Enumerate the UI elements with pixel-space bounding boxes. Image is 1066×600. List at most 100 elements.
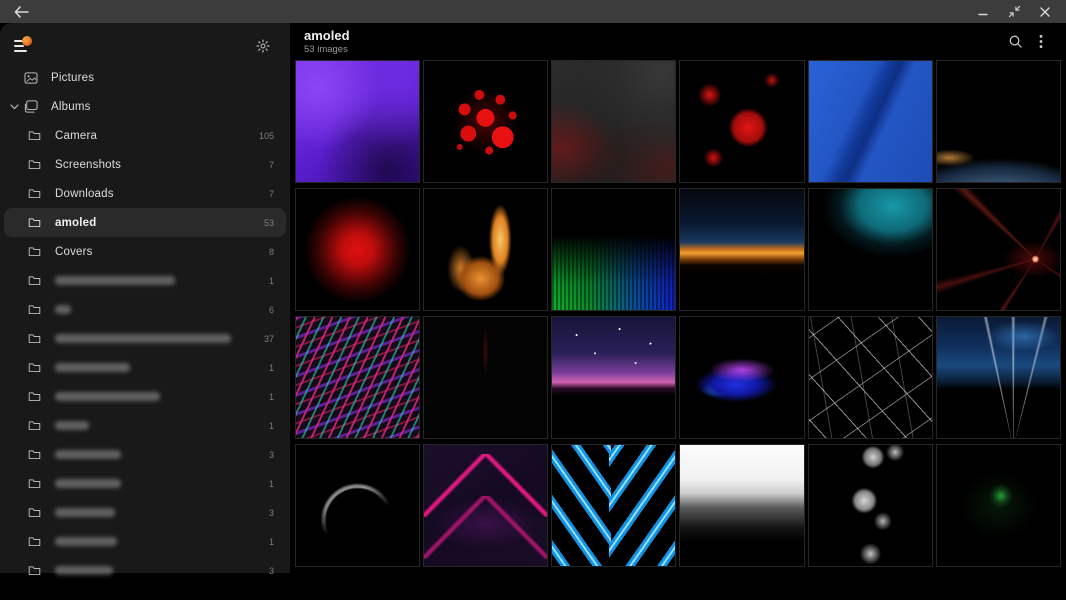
redacted-label [55, 479, 121, 488]
redacted-label [55, 566, 113, 575]
album-count: 37 [263, 333, 274, 344]
album-count: 3 [268, 507, 274, 518]
app-window: Pictures Albums Camera 105 Screenshots 7… [0, 23, 1066, 576]
redacted-label [55, 363, 130, 372]
search-icon [1008, 34, 1023, 49]
photo-thumbnail-24[interactable] [935, 444, 1061, 567]
albums-stack-icon [24, 100, 39, 113]
photo-thumbnail-20[interactable] [423, 444, 549, 567]
album-count: 53 [263, 217, 274, 228]
folder-icon [28, 565, 43, 576]
album-count: 7 [268, 188, 274, 199]
sidebar-album-redacted[interactable]: 1 [4, 411, 286, 440]
sidebar-item-albums[interactable]: Albums [4, 92, 286, 121]
album-count: 1 [268, 536, 274, 547]
sidebar-album-redacted[interactable]: 1 [4, 469, 286, 498]
back-button[interactable] [10, 2, 32, 22]
settings-button[interactable] [252, 36, 274, 56]
folder-icon [28, 333, 43, 344]
album-count: 1 [268, 391, 274, 402]
kebab-menu-icon [1039, 34, 1043, 49]
photo-thumbnail-3[interactable] [551, 60, 677, 183]
photo-thumbnail-22[interactable] [679, 444, 805, 567]
album-count: 1 [268, 362, 274, 373]
photo-thumbnail-9[interactable] [551, 188, 677, 311]
photo-thumbnail-18[interactable] [935, 316, 1061, 439]
sidebar-album-camera[interactable]: Camera 105 [4, 121, 286, 150]
album-label: Screenshots [55, 158, 122, 171]
search-button[interactable] [1002, 29, 1028, 55]
photo-thumbnail-6[interactable] [935, 60, 1061, 183]
photo-thumbnail-13[interactable] [295, 316, 421, 439]
album-label: Covers [55, 245, 93, 258]
photo-thumbnail-4[interactable] [679, 60, 805, 183]
sidebar-album-downloads[interactable]: Downloads 7 [4, 179, 286, 208]
redacted-label [55, 508, 115, 517]
folder-icon [28, 449, 43, 460]
photo-thumbnail-23[interactable] [807, 444, 933, 567]
folder-icon [28, 130, 43, 141]
sidebar-item-pictures[interactable]: Pictures [4, 63, 286, 92]
image-icon [24, 71, 39, 84]
page-title: amoled [304, 27, 350, 43]
main-content: amoled 53 images [290, 23, 1066, 573]
sidebar-album-redacted[interactable]: 3 [4, 556, 286, 585]
folder-icon [28, 420, 43, 431]
album-count: 3 [268, 449, 274, 460]
photo-thumbnail-16[interactable] [679, 316, 805, 439]
photo-thumbnail-7[interactable] [295, 188, 421, 311]
restore-button[interactable] [1003, 2, 1025, 22]
close-icon [1039, 6, 1051, 18]
sidebar-album-covers[interactable]: Covers 8 [4, 237, 286, 266]
sidebar-item-label: Albums [51, 100, 91, 113]
gear-icon [256, 39, 270, 53]
redacted-label [55, 537, 117, 546]
sidebar-album-redacted[interactable]: 1 [4, 382, 286, 411]
more-options-button[interactable] [1028, 29, 1054, 55]
redacted-label [55, 450, 121, 459]
photo-thumbnail-8[interactable] [423, 188, 549, 311]
album-count: 7 [268, 159, 274, 170]
sidebar-album-redacted[interactable]: 3 [4, 440, 286, 469]
folder-icon [28, 507, 43, 518]
sidebar-album-redacted[interactable]: 1 [4, 353, 286, 382]
photo-thumbnail-15[interactable] [551, 316, 677, 439]
sidebar: Pictures Albums Camera 105 Screenshots 7… [0, 23, 290, 576]
photo-thumbnail-17[interactable] [807, 316, 933, 439]
sidebar-album-redacted[interactable]: 3 [4, 498, 286, 527]
folder-icon [28, 188, 43, 199]
sidebar-album-amoled[interactable]: amoled 53 [4, 208, 286, 237]
sidebar-album-screenshots[interactable]: Screenshots 7 [4, 150, 286, 179]
sidebar-album-redacted[interactable]: 37 [4, 324, 286, 353]
album-count: 1 [268, 420, 274, 431]
close-button[interactable] [1034, 2, 1056, 22]
photo-thumbnail-12[interactable] [935, 188, 1061, 311]
photo-thumbnail-11[interactable] [807, 188, 933, 311]
sidebar-album-redacted[interactable]: 6 [4, 295, 286, 324]
folder-icon [28, 304, 43, 315]
folder-icon [28, 391, 43, 402]
album-label: amoled [55, 216, 97, 229]
album-count: 8 [268, 246, 274, 257]
photo-thumbnail-1[interactable] [295, 60, 421, 183]
photo-thumbnail-14[interactable] [423, 316, 549, 439]
photo-grid [290, 60, 1066, 573]
minimize-icon [977, 6, 989, 18]
photo-thumbnail-21[interactable] [551, 444, 677, 567]
redacted-label [55, 305, 71, 314]
photo-thumbnail-2[interactable] [423, 60, 549, 183]
album-label: Downloads [55, 187, 114, 200]
minimize-button[interactable] [972, 2, 994, 22]
photo-thumbnail-19[interactable] [295, 444, 421, 567]
photo-thumbnail-5[interactable] [807, 60, 933, 183]
redacted-label [55, 392, 160, 401]
folder-icon [28, 478, 43, 489]
album-label: Camera [55, 129, 98, 142]
folder-icon [28, 536, 43, 547]
sidebar-nav: Pictures Albums Camera 105 Screenshots 7… [0, 63, 290, 585]
sidebar-album-redacted[interactable]: 1 [4, 527, 286, 556]
sidebar-album-redacted[interactable]: 1 [4, 266, 286, 295]
photo-thumbnail-10[interactable] [679, 188, 805, 311]
chevron-down-icon [10, 103, 19, 110]
album-header: amoled 53 images [290, 23, 1066, 60]
